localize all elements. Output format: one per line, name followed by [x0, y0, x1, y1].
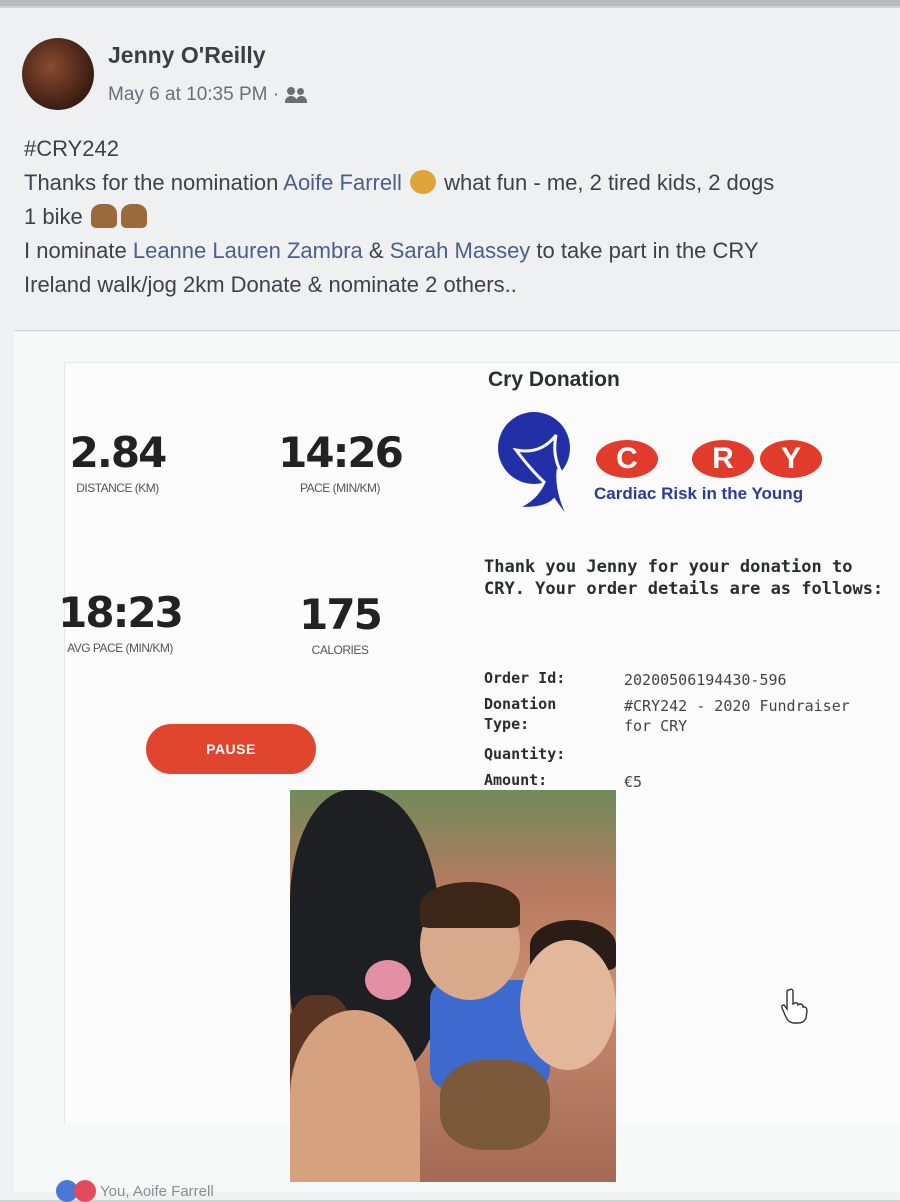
- calories-value: 175: [299, 590, 383, 639]
- order-id-label: Order Id:: [484, 669, 566, 687]
- see-no-evil-monkey-icon: [90, 204, 117, 228]
- family-selfie-photo[interactable]: [290, 790, 616, 1182]
- distance-label: DISTANCE (KM): [76, 481, 159, 495]
- post-line-2: Thanks for the nomination Aoife Farrell …: [24, 166, 894, 200]
- amount-value: €5: [624, 773, 643, 791]
- facebook-post-screen: Jenny O'Reilly May 6 at 10:35 PM · #CRY2…: [0, 8, 900, 1202]
- avg-pace-stat: 18:23 AVG PACE (MIN/KM): [50, 588, 190, 655]
- distance-stat: 2.84 DISTANCE (KM): [60, 428, 175, 495]
- post-meta: May 6 at 10:35 PM ·: [108, 84, 308, 106]
- avg-pace-label: AVG PACE (MIN/KM): [67, 641, 173, 655]
- kid-hair: [420, 882, 520, 928]
- text-segment: 1 bike: [24, 204, 83, 229]
- see-no-evil-monkey-icon: [120, 204, 147, 228]
- reactions-bar[interactable]: You, Aoife Farrell: [56, 1180, 214, 1202]
- screen-bezel: [0, 0, 900, 6]
- post-line-3: 1 bike: [24, 200, 894, 234]
- donation-title: Cry Donation: [488, 368, 620, 391]
- pace-label: PACE (MIN/KM): [300, 481, 380, 495]
- divider: [14, 330, 900, 331]
- mention-aoife-farrell[interactable]: Aoife Farrell: [283, 170, 402, 195]
- post-line-5: Ireland walk/jog 2km Donate & nominate 2…: [24, 272, 517, 297]
- small-dog: [440, 1060, 550, 1150]
- donation-thanks-text: Thank you Jenny for your donation to CRY…: [484, 557, 884, 599]
- order-id-value: 20200506194430-596: [624, 671, 787, 689]
- avg-pace-value: 18:23: [58, 588, 184, 637]
- text-segment: to take part in the CRY: [530, 238, 759, 263]
- text-segment: I nominate: [24, 238, 133, 263]
- text-segment: Thanks for the nomination: [24, 170, 284, 195]
- quantity-label: Quantity:: [484, 745, 566, 763]
- mention-leanne-lauren-zambra[interactable]: Leanne Lauren Zambra: [133, 238, 363, 263]
- pace-stat: 14:26 PACE (MIN/KM): [270, 428, 410, 495]
- mention-sarah-massey[interactable]: Sarah Massey: [390, 238, 531, 263]
- pace-value: 14:26: [278, 428, 404, 477]
- woman-face: [290, 1010, 420, 1182]
- cry-letter-c: C: [596, 440, 658, 478]
- cry-letter-r: R: [692, 440, 754, 478]
- post-hashtag[interactable]: #CRY242: [24, 132, 894, 166]
- woman-face: [520, 940, 616, 1070]
- cry-bird-logo-icon: [498, 412, 576, 529]
- cry-logo: C R Y Cardiac Risk in the Young: [496, 410, 888, 532]
- distance-value: 2.84: [69, 428, 168, 477]
- hand-cursor-icon: [781, 988, 808, 1024]
- post-body: #CRY242 Thanks for the nomination Aoife …: [24, 132, 894, 302]
- calories-label: CALORIES: [311, 643, 369, 657]
- love-reaction-icon: [74, 1180, 96, 1202]
- donation-type-value: #CRY242 - 2020 Fundraiser for CRY: [624, 697, 850, 735]
- dog-tongue: [365, 960, 411, 1000]
- text-segment: what fun - me, 2 tired kids, 2 dogs: [437, 170, 775, 195]
- post-author[interactable]: Jenny O'Reilly: [108, 42, 266, 69]
- post-line-4: I nominate Leanne Lauren Zambra & Sarah …: [24, 234, 894, 268]
- pause-button[interactable]: PAUSE: [146, 724, 316, 774]
- donation-type-label: Donation Type:: [484, 695, 557, 733]
- text-segment: &: [362, 238, 390, 263]
- hug-emoji-icon: [409, 170, 436, 194]
- calories-stat: 175 CALORIES: [290, 590, 390, 657]
- reactions-text[interactable]: You, Aoife Farrell: [100, 1183, 214, 1200]
- friends-icon[interactable]: [285, 86, 308, 104]
- cry-tagline: Cardiac Risk in the Young: [594, 484, 804, 503]
- amount-label: Amount:: [484, 771, 548, 789]
- post-timestamp[interactable]: May 6 at 10:35 PM ·: [108, 84, 279, 106]
- cry-letter-y: Y: [760, 440, 822, 478]
- avatar[interactable]: [22, 38, 94, 110]
